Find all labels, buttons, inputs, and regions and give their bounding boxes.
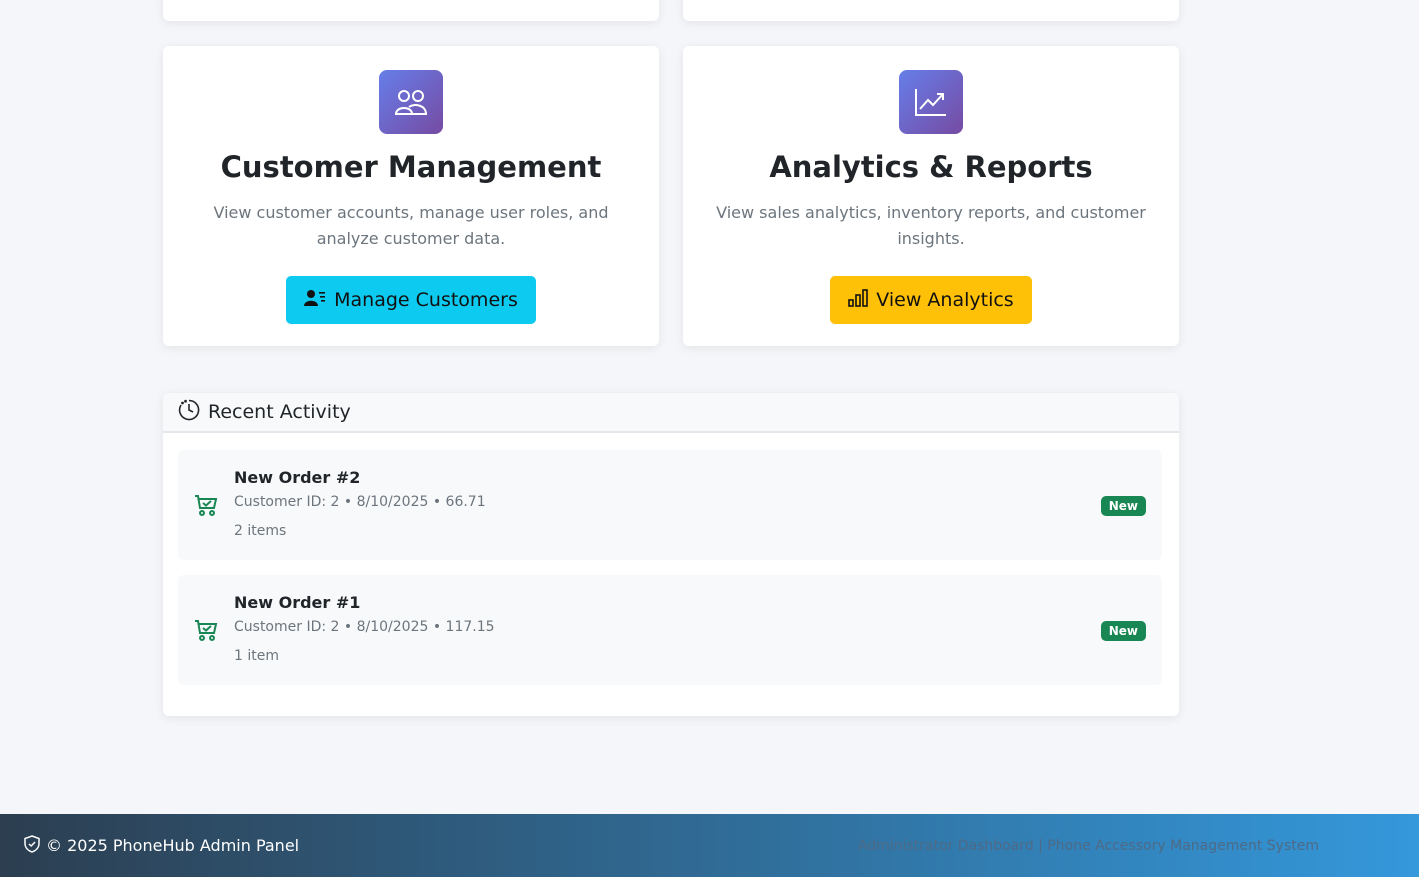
recent-activity-panel: Recent Activity New Order #2 Customer ID… [163, 393, 1179, 716]
list-item[interactable]: New Order #1 Customer ID: 2 • 8/10/2025 … [178, 575, 1162, 685]
button-label: Manage Customers [334, 289, 518, 311]
top-card-left [163, 0, 659, 21]
analytics-reports-card: Analytics & Reports View sales analytics… [683, 46, 1179, 346]
activity-meta: Customer ID: 2 • 8/10/2025 • 117.15 [234, 619, 495, 635]
user-list-icon [304, 289, 326, 312]
status-badge: New [1100, 621, 1146, 641]
customer-management-card: Customer Management View customer accoun… [163, 46, 659, 346]
clock-icon [178, 399, 200, 425]
footer-copyright: © 2025 PhoneHub Admin Panel [46, 836, 300, 855]
activity-item-count: 2 items [234, 523, 287, 539]
card-title: Analytics & Reports [769, 150, 1093, 184]
button-label: View Analytics [876, 289, 1014, 311]
shield-check-icon [24, 834, 40, 857]
activity-item-count: 1 item [234, 648, 279, 664]
bar-chart-icon [848, 288, 869, 312]
manage-customers-button[interactable]: Manage Customers [286, 276, 536, 324]
activity-title: New Order #1 [234, 593, 361, 612]
cart-check-icon [194, 618, 218, 646]
people-icon [379, 70, 443, 134]
recent-activity-title: Recent Activity [208, 401, 351, 423]
activity-title: New Order #2 [234, 468, 361, 487]
card-description: View sales analytics, inventory reports,… [716, 203, 1146, 248]
card-title: Customer Management [220, 150, 602, 184]
card-description: View customer accounts, manage user role… [213, 203, 609, 248]
activity-meta: Customer ID: 2 • 8/10/2025 • 66.71 [234, 494, 486, 510]
footer: © 2025 PhoneHub Admin Panel Administrato… [0, 814, 1419, 877]
recent-activity-header: Recent Activity [163, 393, 1179, 433]
status-badge: New [1100, 496, 1146, 516]
view-analytics-button[interactable]: View Analytics [830, 276, 1032, 324]
graph-up-icon [899, 70, 963, 134]
top-card-right [683, 0, 1179, 21]
footer-tagline: Administrator Dashboard | Phone Accessor… [857, 837, 1319, 854]
cart-check-icon [194, 493, 218, 521]
list-item[interactable]: New Order #2 Customer ID: 2 • 8/10/2025 … [178, 450, 1162, 560]
